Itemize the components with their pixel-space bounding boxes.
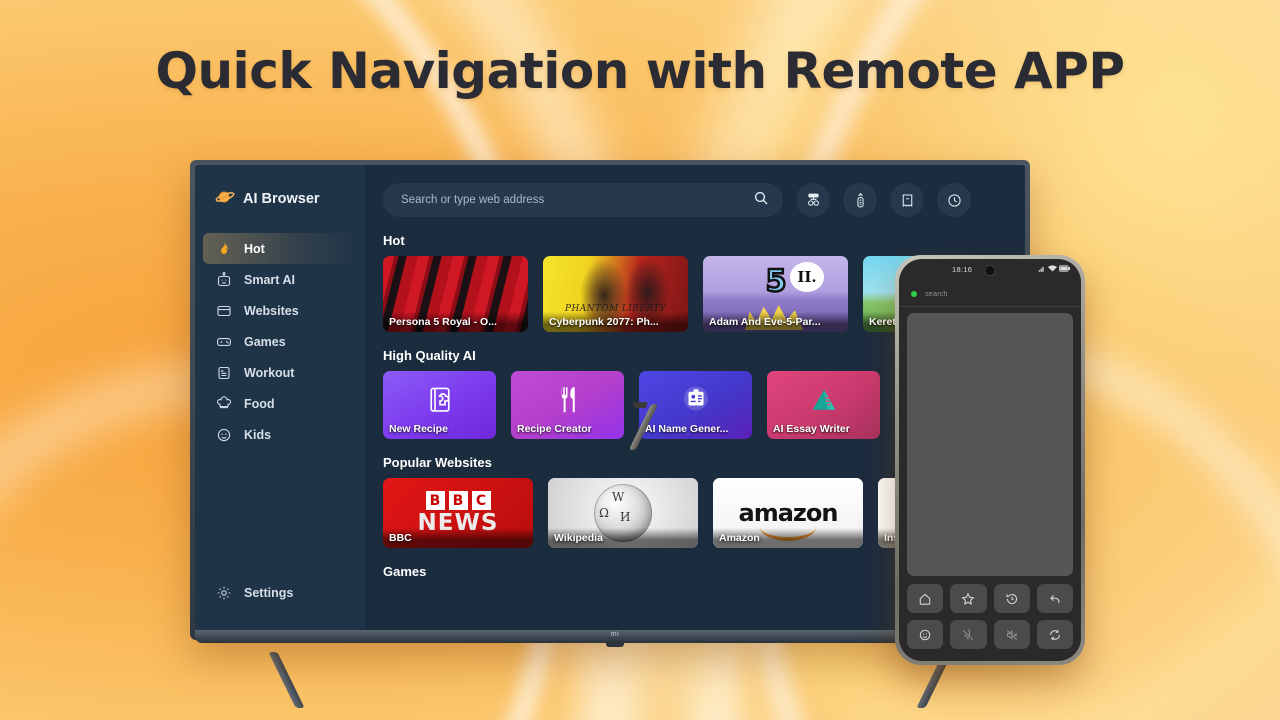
sidebar-item-label: Websites	[244, 303, 299, 318]
emoji-icon[interactable]	[907, 620, 944, 649]
card-label: New Recipe	[389, 423, 448, 435]
triangle-a-icon	[809, 385, 839, 420]
sidebar-item-settings[interactable]: Settings	[195, 577, 365, 608]
sidebar-item-games[interactable]: Games	[195, 326, 365, 357]
tv-ir-nub	[606, 641, 624, 647]
gear-icon	[215, 584, 232, 601]
card-label: Recipe Creator	[517, 423, 592, 435]
vr-glasses-icon[interactable]	[796, 183, 830, 217]
page-title: Quick Navigation with Remote APP	[155, 42, 1125, 100]
sidebar-item-workout[interactable]: Workout	[195, 357, 365, 388]
card-label: AI Name Gener...	[645, 423, 729, 435]
phone-screen: 18:16 search	[899, 259, 1081, 661]
star-icon[interactable]	[950, 584, 987, 613]
phone-search-bar[interactable]: search	[899, 281, 1081, 307]
ai-card[interactable]: New Recipe	[383, 371, 496, 439]
fire-icon	[215, 240, 232, 257]
hot-card[interactable]: PHANTOM LIBERTY Cyberpunk 2077: Ph...	[543, 256, 688, 332]
search-input-placeholder[interactable]: Search or type web address	[401, 194, 745, 206]
card-label: Cyberpunk 2077: Ph...	[543, 312, 688, 332]
sidebar-item-label: Hot	[244, 241, 265, 256]
card-label: Persona 5 Royal - O...	[383, 312, 528, 332]
phone-button-pad	[899, 576, 1081, 661]
amazon-text: amazon	[738, 499, 839, 527]
phone-camera	[984, 265, 996, 276]
home-icon[interactable]	[907, 584, 944, 613]
sidebar-item-label: Food	[244, 396, 275, 411]
top-toolbar: Search or type web address	[383, 183, 1025, 217]
phone-clock: 18:16	[952, 265, 973, 274]
brand-name: AI Browser	[243, 191, 320, 207]
search-icon[interactable]	[753, 190, 769, 211]
card-label: Adam And Eve-5-Par...	[703, 312, 848, 332]
section-title-hot: Hot	[383, 233, 405, 248]
browser-window-icon	[215, 302, 232, 319]
phone-button-grid	[907, 584, 1073, 649]
sidebar-item-label: Settings	[244, 585, 294, 600]
remote-control-icon[interactable]	[843, 183, 877, 217]
fork-knife-icon	[553, 385, 583, 420]
mute-sound-icon[interactable]	[993, 620, 1030, 649]
saturn-planet-icon	[215, 189, 235, 210]
sidebar-nav: Hot Smart AI Websites Games Workout Food…	[195, 233, 365, 450]
brand: AI Browser	[195, 183, 365, 215]
id-card-icon	[681, 385, 711, 420]
hot-card[interactable]: Persona 5 Royal - O...	[383, 256, 528, 332]
hot-card[interactable]: 5 II. Adam And Eve-5-Par...	[703, 256, 848, 332]
sidebar-item-food[interactable]: Food	[195, 388, 365, 419]
card-label: Wikipedia	[548, 528, 698, 548]
mi-logo: mi	[610, 631, 620, 638]
bookmark-icon[interactable]	[890, 183, 924, 217]
phone-stand-nub	[633, 402, 647, 408]
phone-touchpad[interactable]	[907, 313, 1073, 576]
back-arrow-icon[interactable]	[1036, 584, 1073, 613]
card-bubble: II.	[790, 262, 824, 292]
website-card[interactable]: B B C NEWS BBC	[383, 478, 533, 548]
ai-card[interactable]: AI Essay Writer	[767, 371, 880, 439]
card-label: AI Essay Writer	[773, 423, 850, 435]
recipe-book-icon	[425, 385, 455, 420]
sidebar: AI Browser Hot Smart AI Websites Games W…	[195, 165, 365, 630]
sidebar-item-websites[interactable]: Websites	[195, 295, 365, 326]
refresh-icon[interactable]	[1036, 620, 1073, 649]
history-clock-icon[interactable]	[937, 183, 971, 217]
sidebar-item-label: Kids	[244, 427, 272, 442]
sidebar-item-label: Smart AI	[244, 272, 295, 287]
connection-status-dot	[911, 290, 917, 297]
phone-status-icons	[1038, 264, 1070, 273]
history-icon[interactable]	[993, 584, 1030, 613]
website-card[interactable]: amazon Amazon	[713, 478, 863, 548]
list-document-icon	[215, 364, 232, 381]
website-card[interactable]: W Ω И Wikipedia	[548, 478, 698, 548]
sidebar-item-kids[interactable]: Kids	[195, 419, 365, 450]
card-label: Amazon	[713, 528, 863, 548]
ai-card[interactable]: Recipe Creator	[511, 371, 624, 439]
sidebar-settings-wrap: Settings	[195, 577, 365, 630]
phone-status-bar: 18:16	[899, 259, 1081, 281]
gamepad-icon	[215, 333, 232, 350]
baby-face-icon	[215, 426, 232, 443]
sidebar-item-hot[interactable]: Hot	[203, 233, 357, 264]
phone-search-placeholder[interactable]: search	[925, 289, 948, 298]
bbc-letters: B B C	[425, 491, 491, 510]
sidebar-item-label: Games	[244, 334, 286, 349]
card-number: 5	[764, 263, 787, 301]
mute-mic-icon[interactable]	[950, 620, 987, 649]
chef-hat-icon	[215, 395, 232, 412]
sidebar-item-smart-ai[interactable]: Smart AI	[195, 264, 365, 295]
sidebar-item-label: Workout	[244, 365, 295, 380]
phone-device: 18:16 search	[895, 255, 1085, 665]
search-bar[interactable]: Search or type web address	[383, 183, 783, 217]
robot-icon	[215, 271, 232, 288]
card-label: BBC	[383, 528, 533, 548]
